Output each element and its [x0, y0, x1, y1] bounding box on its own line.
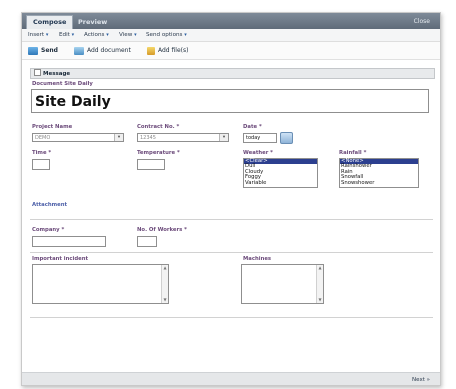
- tab-bar: Compose Preview Close: [22, 13, 440, 30]
- next-arrow-icon: »: [426, 377, 430, 383]
- workers-field[interactable]: [137, 236, 157, 247]
- send-button[interactable]: Send: [28, 45, 58, 56]
- tab-compose[interactable]: Compose: [26, 15, 74, 30]
- add-files-button[interactable]: Add file(s): [147, 45, 188, 56]
- contract-no-select[interactable]: 12345 ▾: [137, 133, 229, 142]
- workers-label: No. Of Workers *: [137, 227, 187, 233]
- message-section-header[interactable]: Message: [30, 68, 435, 79]
- machines-label: Machines: [243, 256, 272, 262]
- company-field[interactable]: [32, 236, 106, 247]
- tab-preview[interactable]: Preview: [72, 16, 113, 29]
- weather-label: Weather *: [243, 150, 273, 156]
- menu-edit[interactable]: Edit ▾: [59, 31, 74, 39]
- rainfall-label: Rainfall *: [339, 150, 367, 156]
- divider: [30, 317, 433, 318]
- important-incident-textarea[interactable]: ▲ ▼: [32, 264, 169, 304]
- temperature-label: Temperature *: [137, 150, 180, 156]
- time-field[interactable]: [32, 159, 50, 170]
- scroll-up-icon[interactable]: ▲: [317, 265, 323, 271]
- compose-window: Compose Preview Close Insert ▾ Edit ▾ Ac…: [21, 12, 441, 386]
- chevron-down-icon: ▾: [114, 134, 123, 141]
- collapse-icon: [34, 69, 41, 76]
- close-button[interactable]: Close: [414, 16, 430, 27]
- project-name-label: Project Name: [32, 124, 73, 130]
- add-document-button[interactable]: Add document: [74, 45, 131, 56]
- scrollbar[interactable]: ▲ ▼: [161, 265, 168, 303]
- calendar-icon[interactable]: [280, 132, 293, 144]
- time-label: Time *: [32, 150, 52, 156]
- scroll-down-icon[interactable]: ▼: [162, 297, 168, 303]
- divider: [30, 219, 433, 220]
- chevron-down-icon: ▾: [45, 32, 49, 38]
- chevron-down-icon: ▾: [134, 32, 137, 38]
- date-label: Date *: [243, 124, 262, 130]
- scroll-up-icon[interactable]: ▲: [162, 265, 168, 271]
- rainfall-listbox[interactable]: <None> Rainshower Rain Snowfall Snowshow…: [339, 158, 419, 188]
- temperature-field[interactable]: [137, 159, 165, 170]
- toolbar: Send Add document Add file(s): [22, 42, 440, 60]
- date-field[interactable]: today: [243, 133, 277, 143]
- divider: [30, 252, 433, 253]
- scroll-down-icon[interactable]: ▼: [317, 297, 323, 303]
- attachment-label: Attachment: [32, 202, 68, 208]
- menu-send-options[interactable]: Send options ▾: [146, 31, 187, 39]
- chevron-down-icon: ▾: [219, 134, 228, 141]
- project-name-select[interactable]: DEMO ▾: [32, 133, 124, 142]
- next-button[interactable]: Next »: [412, 376, 430, 384]
- weather-listbox[interactable]: <Clear> Dull Cloudy Foggy Variable: [243, 158, 318, 188]
- chevron-down-icon: ▾: [71, 32, 75, 38]
- contract-no-label: Contract No. *: [137, 124, 180, 130]
- document-label: Document Site Daily: [32, 81, 93, 87]
- chevron-down-icon: ▾: [106, 32, 109, 38]
- machines-textarea[interactable]: ▲ ▼: [241, 264, 324, 304]
- important-incident-label: Important incident: [32, 256, 89, 262]
- company-label: Company *: [32, 227, 65, 233]
- send-icon: [28, 46, 38, 55]
- rainfall-option[interactable]: Snowshower: [340, 180, 418, 186]
- document-title-field[interactable]: Site Daily: [31, 89, 429, 113]
- add-files-icon: [147, 46, 155, 55]
- menu-actions[interactable]: Actions ▾: [84, 31, 109, 39]
- add-document-icon: [74, 46, 84, 55]
- menu-insert[interactable]: Insert ▾: [28, 31, 48, 39]
- weather-option[interactable]: Variable: [244, 180, 317, 186]
- menu-view[interactable]: View ▾: [119, 31, 137, 39]
- scrollbar[interactable]: ▲ ▼: [316, 265, 323, 303]
- menu-bar: Insert ▾ Edit ▾ Actions ▾ View ▾ Send op…: [22, 29, 440, 42]
- footer-bar: Next »: [22, 372, 440, 385]
- chevron-down-icon: ▾: [184, 32, 187, 38]
